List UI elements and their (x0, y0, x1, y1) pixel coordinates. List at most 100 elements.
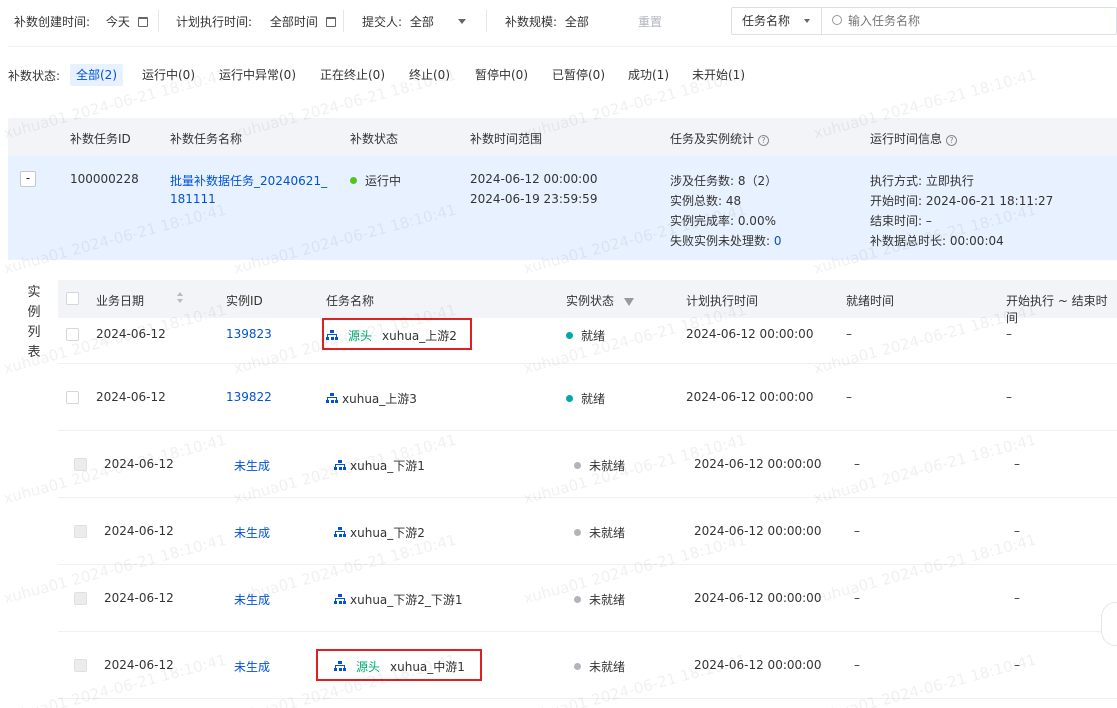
range-end: 2024-06-19 23:59:59 (470, 192, 598, 206)
help-icon[interactable]: ? (758, 135, 770, 146)
row-ready-time: – (854, 457, 860, 471)
state-text: 未就绪 (589, 526, 626, 540)
row-ready-time: – (854, 524, 860, 538)
filter-icon[interactable] (623, 298, 634, 306)
side-label-char: 例 (27, 305, 41, 320)
create-time-filter[interactable]: 补数创建时间: 今天 (14, 13, 148, 30)
row-task-name: xuhua_下游2_下游1 (334, 591, 463, 608)
chevron-down-icon (457, 19, 466, 24)
state-dot-icon (566, 332, 573, 339)
status-tab-running[interactable]: 运行中(0) (136, 64, 201, 86)
row-state: 未就绪 (574, 591, 625, 608)
run-start: 开始时间: 2024-06-21 18:11:27 (870, 194, 1054, 208)
header-instance-id: 实例ID (226, 294, 263, 308)
select-all-checkbox[interactable] (66, 292, 79, 305)
divider (8, 46, 1117, 47)
plan-time-value: 全部时间 (269, 15, 318, 29)
row-task-name: xuhua_上游3 (326, 390, 417, 407)
row-instance-id[interactable]: 未生成 (234, 457, 270, 474)
header-task-status: 补数状态 (350, 132, 399, 146)
side-label-char: 表 (27, 345, 41, 360)
status-tab-terminated[interactable]: 终止(0) (403, 64, 456, 86)
task-name-link[interactable]: 批量补数据任务_20240621_ (170, 172, 327, 189)
stat-instances: 实例总数: 48 (670, 194, 742, 208)
row-checkbox[interactable] (74, 525, 87, 538)
row-ready-time: – (846, 327, 852, 341)
reset-button[interactable]: 重置 (638, 13, 662, 30)
row-date: 2024-06-12 (96, 327, 166, 341)
plan-time-filter[interactable]: 计划执行时间: 全部时间 (176, 13, 336, 30)
workflow-tree-icon (326, 393, 338, 404)
row-instance-id[interactable]: 未生成 (234, 524, 270, 541)
side-label-char: 列 (27, 325, 41, 340)
status-dot-icon (350, 177, 357, 184)
scale-value: 全部 (564, 15, 589, 29)
header-state: 实例状态 (566, 292, 634, 309)
highlight-box (322, 318, 472, 350)
header-runtime-label: 运行时间信息 (870, 132, 943, 146)
status-filter-label: 补数状态: (8, 69, 61, 83)
row-checkbox[interactable] (74, 659, 87, 672)
collapse-toggle[interactable]: - (20, 171, 36, 187)
row-instance-id[interactable]: 139823 (226, 327, 272, 341)
header-time-range: 补数时间范围 (470, 132, 543, 146)
submitter-value: 全部 (409, 15, 434, 29)
row-plan-time: 2024-06-12 00:00:00 (694, 658, 822, 672)
plan-time-label: 计划执行时间: (176, 15, 253, 29)
row-instance-id[interactable]: 未生成 (234, 591, 270, 608)
row-state: 未就绪 (574, 658, 625, 675)
row-exec-range: – (1014, 658, 1020, 672)
row-date: 2024-06-12 (104, 591, 174, 605)
row-checkbox[interactable] (74, 592, 87, 605)
sort-icon[interactable] (177, 292, 183, 304)
row-ready-time: – (854, 591, 860, 605)
range-start: 2024-06-12 00:00:00 (470, 172, 598, 186)
status-tab-all[interactable]: 全部(2) (70, 64, 123, 86)
row-exec-range: – (1006, 327, 1012, 341)
stat-failed-link[interactable]: 0 (774, 234, 782, 248)
run-end: 结束时间: – (870, 214, 932, 228)
divider (343, 10, 344, 32)
row-plan-time: 2024-06-12 00:00:00 (686, 390, 814, 404)
row-state: 就绪 (566, 327, 605, 344)
stat-failed: 失败实例未处理数: 0 (670, 232, 782, 249)
submitter-filter[interactable]: 提交人: 全部 (362, 13, 466, 30)
help-icon[interactable]: ? (946, 135, 958, 146)
row-exec-range: – (1006, 390, 1012, 404)
side-label-char: 实 (27, 285, 41, 300)
row-instance-id[interactable]: 139822 (226, 390, 272, 404)
task-name-link-cont[interactable]: 181111 (170, 192, 216, 206)
status-tab-success[interactable]: 成功(1) (622, 64, 675, 86)
status-tab-pausing[interactable]: 暂停中(0) (469, 64, 534, 86)
row-checkbox[interactable] (74, 458, 87, 471)
row-state: 就绪 (566, 390, 605, 407)
state-text: 未就绪 (589, 459, 626, 473)
task-status-text: 运行中 (365, 174, 402, 188)
row-plan-time: 2024-06-12 00:00:00 (694, 524, 822, 538)
row-checkbox[interactable] (66, 391, 79, 404)
status-tab-paused[interactable]: 已暂停(0) (546, 64, 611, 86)
row-instance-id[interactable]: 未生成 (234, 658, 270, 675)
status-tab-not-started[interactable]: 未开始(1) (686, 64, 751, 86)
state-text: 就绪 (581, 392, 606, 406)
scale-filter[interactable]: 补数规模: 全部 (505, 13, 589, 30)
row-exec-range: – (1014, 524, 1020, 538)
header-task-name: 补数任务名称 (170, 132, 243, 146)
stat-rate: 实例完成率: 0.00% (670, 214, 776, 228)
calendar-icon (137, 17, 148, 27)
search-input[interactable] (848, 11, 1108, 31)
task-status: 运行中 (350, 172, 401, 189)
workflow-tree-icon (334, 527, 346, 538)
submitter-label: 提交人: (362, 15, 403, 29)
search-icon (832, 15, 842, 25)
task-name-text: xuhua_下游2_下游1 (350, 593, 463, 607)
status-tab-running-error[interactable]: 运行中异常(0) (213, 64, 302, 86)
scale-label: 补数规模: (505, 15, 558, 29)
highlight-box (316, 649, 482, 681)
state-dot-icon (574, 529, 581, 536)
scroll-handle[interactable] (1101, 602, 1117, 646)
task-name-text: xuhua_上游3 (342, 392, 417, 406)
status-tab-terminating[interactable]: 正在终止(0) (314, 64, 391, 86)
row-checkbox[interactable] (66, 328, 79, 341)
search-type-select[interactable]: 任务名称 (732, 8, 822, 34)
